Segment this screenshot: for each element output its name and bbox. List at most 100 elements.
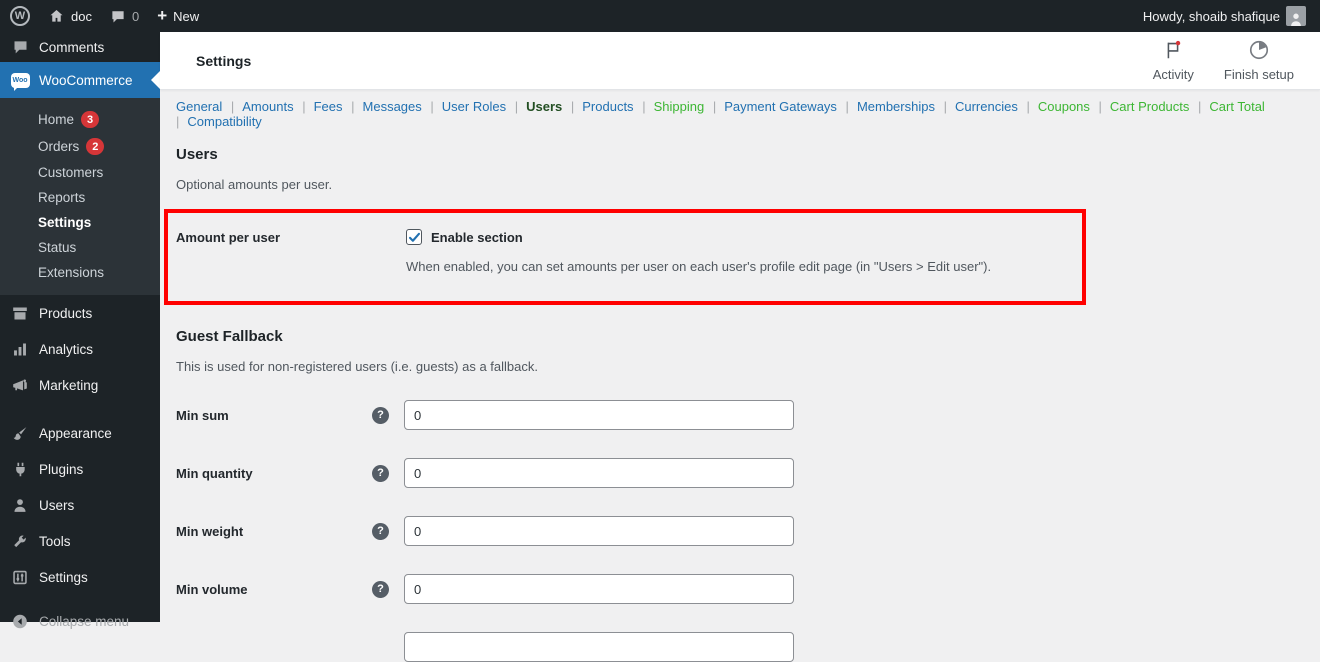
guest-fallback-description: This is used for non-registered users (i…	[176, 359, 538, 374]
sidebar-item-settings[interactable]: Settings	[0, 559, 160, 595]
collapse-arrow-icon	[10, 611, 30, 631]
tab-fees[interactable]: Fees	[302, 99, 342, 114]
submenu-item-customers[interactable]: Customers	[0, 160, 160, 185]
tab-products[interactable]: Products	[571, 99, 634, 114]
min-quantity-row: Min quantity	[176, 458, 1300, 488]
tab-users[interactable]: Users	[515, 99, 563, 114]
min-volume-input[interactable]	[404, 574, 794, 604]
submenu-item-home[interactable]: Home 3	[0, 106, 160, 133]
min-sum-input[interactable]	[404, 400, 794, 430]
min-weight-input[interactable]	[404, 516, 794, 546]
settings-tab-bar: General Amounts Fees Messages User Roles…	[160, 90, 1320, 129]
finish-setup-label: Finish setup	[1223, 67, 1294, 82]
activity-button[interactable]: Activity	[1153, 39, 1194, 82]
min-volume-label: Min volume	[176, 581, 248, 597]
min-sum-label: Min sum	[176, 407, 229, 423]
site-link[interactable]: doc	[48, 8, 92, 24]
analytics-icon	[10, 339, 30, 359]
page-header: Settings Activity Finish setup	[160, 32, 1320, 90]
help-icon[interactable]	[372, 406, 389, 424]
wordpress-logo-menu[interactable]: W	[10, 6, 30, 26]
sidebar-item-woocommerce[interactable]: Woo WooCommerce	[0, 62, 160, 98]
help-icon[interactable]	[372, 464, 389, 482]
tab-cart-products[interactable]: Cart Products	[1099, 99, 1190, 114]
help-icon[interactable]	[372, 580, 389, 598]
sidebar: Comments Woo WooCommerce Home 3 Orders 2…	[0, 32, 160, 629]
min-quantity-input[interactable]	[404, 458, 794, 488]
tab-cart-total[interactable]: Cart Total	[1198, 99, 1265, 114]
sidebar-item-tools[interactable]: Tools	[0, 523, 160, 559]
amount-per-user-help-text: When enabled, you can set amounts per us…	[406, 259, 992, 274]
min-volume-row: Min volume	[176, 574, 1300, 604]
tab-memberships[interactable]: Memberships	[846, 99, 935, 114]
my-account-menu[interactable]: Howdy, shoaib shafique	[1143, 6, 1306, 26]
admin-bar-right: Howdy, shoaib shafique	[1143, 6, 1306, 26]
min-quantity-label: Min quantity	[176, 465, 253, 481]
comment-count: 0	[131, 8, 140, 24]
site-name-label: doc	[71, 8, 92, 24]
enable-section-label: Enable section	[431, 229, 523, 245]
finish-setup-progress-icon	[1248, 39, 1270, 64]
tab-shipping[interactable]: Shipping	[642, 99, 704, 114]
min-sum-row: Min sum	[176, 400, 1300, 430]
woocommerce-icon: Woo	[10, 70, 30, 91]
next-field-partial-row	[404, 632, 1300, 662]
sidebar-item-comments[interactable]: Comments	[0, 32, 160, 62]
woocommerce-submenu: Home 3 Orders 2 Customers Reports Settin…	[0, 98, 160, 295]
tab-messages[interactable]: Messages	[351, 99, 422, 114]
home-badge: 3	[81, 111, 100, 128]
partial-next-input[interactable]	[404, 632, 794, 662]
users-icon	[10, 495, 30, 515]
admin-bar-left: W doc 0 + New	[10, 6, 199, 26]
orders-badge: 2	[86, 138, 105, 155]
sidebar-item-products[interactable]: Products	[0, 295, 160, 331]
products-icon	[10, 303, 30, 323]
sidebar-item-plugins[interactable]: Plugins	[0, 451, 160, 487]
sidebar-item-users[interactable]: Users	[0, 487, 160, 523]
finish-setup-button[interactable]: Finish setup	[1224, 39, 1294, 82]
activity-flag-icon	[1162, 39, 1184, 64]
submenu-item-reports[interactable]: Reports	[0, 185, 160, 210]
enable-section-line: Enable section	[406, 229, 991, 245]
page-title: Settings	[196, 52, 252, 69]
tab-payment-gateways[interactable]: Payment Gateways	[713, 99, 837, 114]
home-icon	[48, 8, 65, 24]
tab-amounts[interactable]: Amounts	[231, 99, 294, 114]
collapse-menu-button[interactable]: Collapse menu	[0, 603, 160, 639]
help-icon[interactable]	[372, 522, 389, 540]
sidebar-item-analytics[interactable]: Analytics	[0, 331, 160, 367]
enable-section-checkbox[interactable]	[406, 229, 422, 245]
header-actions: Activity Finish setup	[1153, 39, 1294, 82]
submenu-item-settings[interactable]: Settings	[0, 210, 160, 235]
tab-general[interactable]: General	[176, 99, 222, 114]
marketing-icon	[10, 375, 30, 395]
submenu-item-status[interactable]: Status	[0, 235, 160, 260]
user-avatar	[1286, 6, 1306, 26]
min-weight-label: Min weight	[176, 523, 244, 539]
amount-per-user-label: Amount per user	[176, 230, 281, 245]
content-area: Settings Activity Finish setup General A…	[160, 32, 1320, 662]
amount-per-user-control: Enable section When enabled, you can set…	[406, 229, 991, 275]
sidebar-item-label: WooCommerce	[39, 72, 133, 88]
users-section-title: Users	[176, 146, 218, 163]
tab-compatibility[interactable]: Compatibility	[176, 114, 262, 129]
menu-separator	[0, 403, 160, 415]
plugins-icon	[10, 459, 30, 479]
wordpress-logo-icon: W	[10, 6, 30, 26]
submenu-item-orders[interactable]: Orders 2	[0, 133, 160, 160]
comments-icon	[10, 37, 30, 57]
activity-label: Activity	[1152, 67, 1194, 82]
tab-coupons[interactable]: Coupons	[1026, 99, 1089, 114]
tab-currencies[interactable]: Currencies	[944, 99, 1018, 114]
settings-icon	[10, 567, 30, 587]
tools-icon	[10, 531, 30, 551]
users-section-description: Optional amounts per user.	[176, 177, 333, 192]
amount-per-user-row: Amount per user Enable section When enab…	[176, 229, 1082, 275]
tab-user-roles[interactable]: User Roles	[430, 99, 506, 114]
admin-bar-comments[interactable]: 0	[110, 9, 139, 24]
sidebar-item-marketing[interactable]: Marketing	[0, 367, 160, 403]
guest-fallback-title: Guest Fallback	[176, 328, 283, 345]
submenu-item-extensions[interactable]: Extensions	[0, 260, 160, 285]
sidebar-item-appearance[interactable]: Appearance	[0, 415, 160, 451]
new-content-button[interactable]: + New	[157, 7, 199, 24]
